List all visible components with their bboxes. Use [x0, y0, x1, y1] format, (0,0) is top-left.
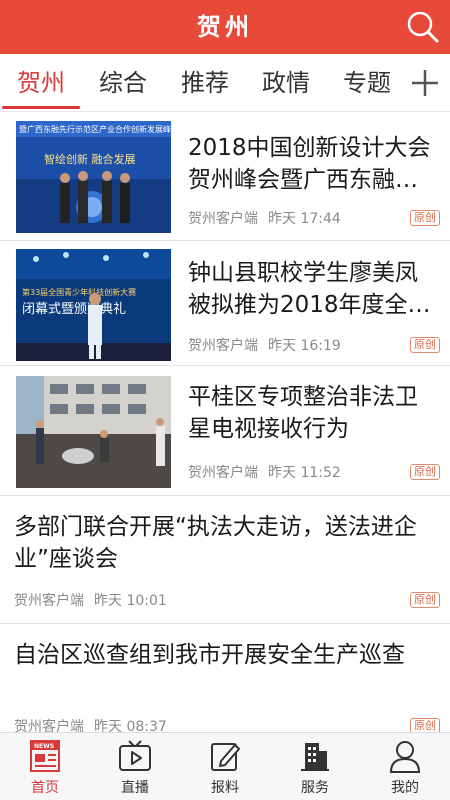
original-badge: 原创: [410, 592, 440, 608]
news-meta: 贺州客户端 昨天 17:44: [188, 208, 341, 228]
nav-report[interactable]: 报料: [180, 733, 270, 800]
edit-icon: [211, 743, 240, 771]
news-title[interactable]: 2018中国创新设计大会贺州峰会暨广西东融…: [188, 132, 440, 196]
news-item[interactable]: 平桂区专项整治非法卫星电视接收行为 贺州客户端 昨天 11:52 原创: [0, 366, 450, 496]
news-title[interactable]: 钟山县职校学生廖美凤被拟推为2018年度全…: [188, 257, 440, 321]
active-tab-indicator: [2, 106, 80, 109]
original-badge: 原创: [410, 464, 440, 480]
tab-recommend[interactable]: 推荐: [166, 54, 244, 112]
banner-text: 第33届全国青少年科技创新大赛: [22, 287, 136, 297]
news-source: 贺州客户端: [188, 211, 258, 227]
news-meta: 贺州客户端 昨天 16:19: [188, 335, 341, 355]
news-thumbnail: 第33届全国青少年科技创新大赛 闭幕式暨颁奖典礼: [16, 249, 171, 361]
news-title[interactable]: 自治区巡查组到我市开展安全生产巡查: [14, 639, 440, 671]
nav-label: 服务: [301, 780, 329, 796]
svg-text:NEWS: NEWS: [34, 743, 54, 750]
news-time: 昨天 16:19: [268, 338, 341, 354]
news-title[interactable]: 平桂区专项整治非法卫星电视接收行为: [188, 381, 440, 445]
tab-politics[interactable]: 政情: [247, 54, 325, 112]
nav-service[interactable]: 服务: [270, 733, 360, 800]
original-badge: 原创: [410, 718, 440, 732]
news-source: 贺州客户端: [188, 338, 258, 354]
tv-icon: [119, 740, 151, 771]
news-meta: 贺州客户端 昨天 11:52: [188, 462, 341, 482]
search-icon: [407, 11, 439, 43]
nav-home[interactable]: NEWS 首页: [0, 733, 90, 800]
original-badge: 原创: [410, 337, 440, 353]
nav-live[interactable]: 直播: [90, 733, 180, 800]
news-item[interactable]: 多部门联合开展“执法大走访，送法进企业”座谈会 贺州客户端 昨天 10:01 原创: [0, 496, 450, 624]
banner-text: 闭幕式暨颁奖典礼: [22, 301, 126, 317]
plus-icon: [412, 70, 438, 96]
search-button[interactable]: [404, 8, 442, 46]
tab-general[interactable]: 综合: [84, 54, 162, 112]
banner-text: 暨广西东融先行示范区产业合作创新发展峰会: [19, 124, 171, 134]
nav-label: 我的: [391, 780, 419, 796]
tab-special[interactable]: 专题: [328, 54, 406, 112]
tab-hezhou[interactable]: 贺州: [2, 54, 80, 112]
news-item[interactable]: 第33届全国青少年科技创新大赛 闭幕式暨颁奖典礼 钟山县职校学生廖美凤被拟推为2…: [0, 241, 450, 366]
news-time: 昨天 08:37: [94, 719, 167, 732]
news-item[interactable]: 暨广西东融先行示范区产业合作创新发展峰会 智绘创新 融合发展 2018中国创新设…: [0, 112, 450, 241]
add-channel-button[interactable]: [408, 66, 442, 100]
nav-mine[interactable]: 我的: [360, 733, 450, 800]
news-time: 昨天 17:44: [268, 211, 341, 227]
bottom-nav: NEWS 首页 直播 报料 服务 我的: [0, 732, 450, 800]
original-badge: 原创: [410, 210, 440, 226]
news-item[interactable]: 自治区巡查组到我市开展安全生产巡查 贺州客户端 昨天 08:37 原创: [0, 624, 450, 732]
app-header: 贺州: [0, 0, 450, 54]
page-title: 贺州: [197, 13, 253, 41]
person-icon: [389, 741, 421, 773]
news-meta: 贺州客户端 昨天 10:01: [14, 590, 167, 610]
slogan-text: 智绘创新 融合发展: [44, 152, 136, 166]
news-meta: 贺州客户端 昨天 08:37: [14, 716, 167, 732]
building-icon: [301, 743, 329, 771]
news-thumbnail: [16, 376, 171, 488]
news-source: 贺州客户端: [14, 593, 84, 609]
news-time: 昨天 11:52: [268, 465, 341, 481]
nav-label: 首页: [31, 780, 59, 796]
news-source: 贺州客户端: [188, 465, 258, 481]
nav-label: 报料: [211, 780, 239, 796]
nav-label: 直播: [121, 780, 149, 796]
news-time: 昨天 10:01: [94, 593, 167, 609]
channel-tabs: 贺州 综合 推荐 政情 专题: [0, 54, 450, 112]
news-title[interactable]: 多部门联合开展“执法大走访，送法进企业”座谈会: [14, 511, 440, 575]
news-source: 贺州客户端: [14, 719, 84, 732]
news-icon: NEWS: [30, 740, 60, 772]
news-feed[interactable]: 暨广西东融先行示范区产业合作创新发展峰会 智绘创新 融合发展 2018中国创新设…: [0, 112, 450, 732]
news-thumbnail: 暨广西东融先行示范区产业合作创新发展峰会 智绘创新 融合发展: [16, 121, 171, 233]
